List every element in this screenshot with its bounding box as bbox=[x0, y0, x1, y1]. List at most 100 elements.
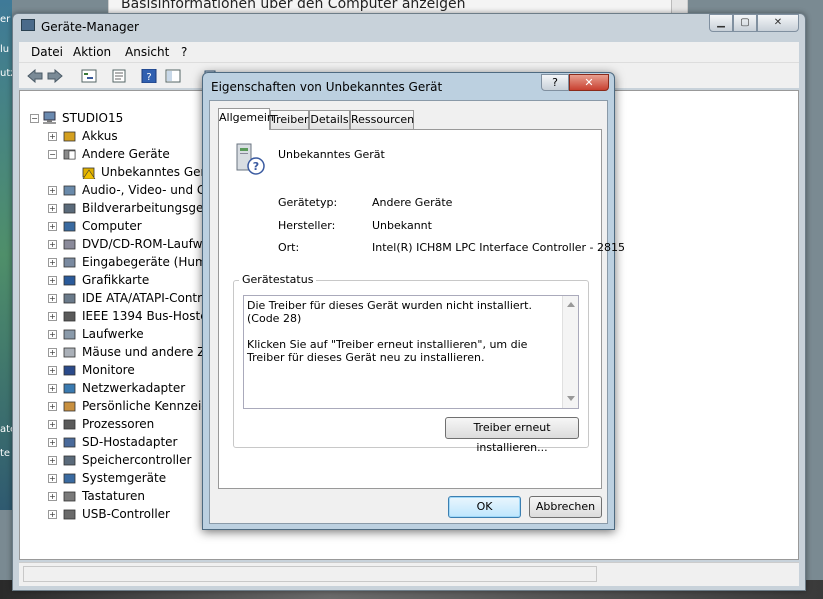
tab-allgemein[interactable]: Allgemein bbox=[218, 108, 274, 130]
tree-item[interactable]: Prozessoren bbox=[82, 416, 154, 433]
field-label-location: Ort: bbox=[278, 241, 300, 254]
tree-expander[interactable]: + bbox=[48, 384, 57, 393]
warning-device-icon bbox=[82, 167, 96, 179]
panel-icon[interactable] bbox=[165, 69, 181, 83]
network-adapter-icon bbox=[63, 383, 76, 394]
ok-button[interactable]: OK bbox=[448, 496, 521, 518]
tree-item[interactable]: Audio-, Video- und Ga bbox=[82, 182, 214, 199]
tree-item[interactable]: Tastaturen bbox=[82, 488, 145, 505]
tree-expander[interactable]: + bbox=[48, 258, 57, 267]
ide-controller-icon bbox=[63, 293, 76, 304]
system-device-icon bbox=[63, 473, 76, 484]
sd-card-icon bbox=[63, 437, 76, 448]
tree-expander[interactable]: + bbox=[48, 132, 57, 141]
tree-item[interactable]: DVD/CD-ROM-Laufwe bbox=[82, 236, 210, 253]
tree-expander[interactable]: + bbox=[48, 186, 57, 195]
tree-expander[interactable]: + bbox=[48, 510, 57, 519]
tree-view-icon[interactable] bbox=[81, 69, 97, 83]
tree-expander[interactable]: + bbox=[48, 366, 57, 375]
tree-item[interactable]: IEEE 1394 Bus-Hostcor bbox=[82, 308, 219, 325]
unknown-device-icon bbox=[63, 149, 76, 160]
tree-expander[interactable]: + bbox=[48, 276, 57, 285]
device-status-textbox[interactable]: Die Treiber für dieses Gerät wurden nich… bbox=[243, 295, 579, 409]
dialog-body: Allgemein Treiber Details Ressourcen ? U… bbox=[209, 100, 625, 524]
tree-item[interactable]: Speichercontroller bbox=[82, 452, 191, 469]
fingerprint-icon bbox=[63, 401, 76, 412]
tree-item[interactable]: Monitore bbox=[82, 362, 135, 379]
cancel-button[interactable]: Abbrechen bbox=[529, 496, 602, 518]
tree-expander[interactable]: + bbox=[48, 222, 57, 231]
usb-icon bbox=[63, 509, 76, 520]
minimize-button[interactable]: ▁ bbox=[709, 14, 733, 32]
dialog-help-button[interactable]: ? bbox=[541, 74, 569, 91]
device-manager-icon bbox=[21, 19, 35, 31]
tree-expander[interactable]: + bbox=[48, 402, 57, 411]
reinstall-driver-button[interactable]: Treiber erneut installieren... bbox=[445, 417, 579, 454]
help-icon[interactable]: ? bbox=[141, 69, 157, 83]
tree-item[interactable]: Netzwerkadapter bbox=[82, 380, 185, 397]
tab-ressourcen[interactable]: Ressourcen bbox=[350, 110, 414, 129]
field-value-location: Intel(R) ICH8M LPC Interface Controller … bbox=[372, 241, 626, 254]
processor-icon bbox=[63, 419, 76, 430]
tree-expander[interactable]: − bbox=[30, 114, 39, 123]
tree-expander[interactable]: + bbox=[48, 474, 57, 483]
tree-root[interactable]: STUDIO15 bbox=[62, 110, 123, 127]
tree-expander[interactable]: + bbox=[48, 348, 57, 357]
tree-expander[interactable]: + bbox=[48, 420, 57, 429]
tree-expander[interactable]: + bbox=[48, 312, 57, 321]
menu-datei[interactable]: Datei bbox=[31, 45, 63, 59]
tree-expander[interactable]: + bbox=[48, 204, 57, 213]
forward-arrow-icon[interactable] bbox=[47, 69, 63, 83]
tree-expander[interactable]: + bbox=[48, 456, 57, 465]
camera-icon bbox=[63, 203, 76, 214]
tree-item[interactable]: Computer bbox=[82, 218, 142, 235]
svg-text:?: ? bbox=[146, 72, 151, 83]
tab-details[interactable]: Details bbox=[309, 110, 350, 129]
tree-item[interactable]: Andere Geräte bbox=[82, 146, 170, 163]
desktop-fragment: lu bbox=[0, 44, 10, 55]
device-name: Unbekanntes Gerät bbox=[278, 148, 385, 161]
device-status-group: Gerätestatus Die Treiber für dieses Gerä… bbox=[233, 273, 589, 454]
tab-treiber[interactable]: Treiber bbox=[270, 110, 309, 129]
close-button[interactable]: ✕ bbox=[757, 14, 799, 32]
tree-expander[interactable]: − bbox=[48, 150, 57, 159]
storage-controller-icon bbox=[63, 455, 76, 466]
tree-item[interactable]: Akkus bbox=[82, 128, 118, 145]
tree-item[interactable]: Eingabegeräte (Human bbox=[82, 254, 222, 271]
tree-item[interactable]: USB-Controller bbox=[82, 506, 170, 523]
dialog-title: Eigenschaften von Unbekanntes Gerät bbox=[211, 80, 443, 94]
properties-icon[interactable] bbox=[111, 69, 127, 83]
tree-expander[interactable]: + bbox=[48, 492, 57, 501]
disk-drive-icon bbox=[63, 329, 76, 340]
computer-root-icon bbox=[43, 111, 56, 124]
keyboard-icon bbox=[63, 491, 76, 502]
back-arrow-icon[interactable] bbox=[27, 69, 43, 83]
tree-expander[interactable]: + bbox=[48, 294, 57, 303]
tree-expander[interactable]: + bbox=[48, 438, 57, 447]
tree-item[interactable]: Laufwerke bbox=[82, 326, 144, 343]
tree-item[interactable]: Mäuse und andere Zei bbox=[82, 344, 216, 361]
tree-item[interactable]: Persönliche Kennzeich bbox=[82, 398, 215, 415]
scroll-up-icon[interactable] bbox=[567, 301, 575, 307]
scroll-down-icon[interactable] bbox=[567, 396, 575, 402]
tree-expander[interactable]: + bbox=[48, 240, 57, 249]
tree-item[interactable]: SD-Hostadapter bbox=[82, 434, 177, 451]
input-device-icon bbox=[63, 257, 76, 268]
tree-item[interactable]: Bildverarbeitungsgerät bbox=[82, 200, 220, 217]
tree-item[interactable]: Grafikkarte bbox=[82, 272, 149, 289]
field-label-type: Gerätetyp: bbox=[278, 196, 338, 209]
menu-ansicht[interactable]: Ansicht bbox=[125, 45, 169, 59]
maximize-button[interactable]: ▢ bbox=[733, 14, 757, 32]
desktop-fragment: er bbox=[0, 14, 11, 25]
status-scrollbar[interactable] bbox=[562, 296, 578, 408]
tree-expander[interactable]: + bbox=[48, 330, 57, 339]
tree-item[interactable]: IDE ATA/ATAPI-Contro bbox=[82, 290, 209, 307]
menu-aktion[interactable]: Aktion bbox=[73, 45, 111, 59]
disc-drive-icon bbox=[63, 239, 76, 250]
tab-page-allgemein: ? Unbekanntes Gerät Gerätetyp: Andere Ge… bbox=[218, 129, 625, 489]
dialog-close-button[interactable]: ✕ bbox=[569, 74, 609, 91]
desktop-left-edge: er lu utz ate te bbox=[0, 0, 16, 510]
tree-subitem[interactable]: Unbekanntes Gerät bbox=[101, 164, 218, 181]
menu-help[interactable]: ? bbox=[181, 45, 187, 59]
tree-item[interactable]: Systemgeräte bbox=[82, 470, 166, 487]
